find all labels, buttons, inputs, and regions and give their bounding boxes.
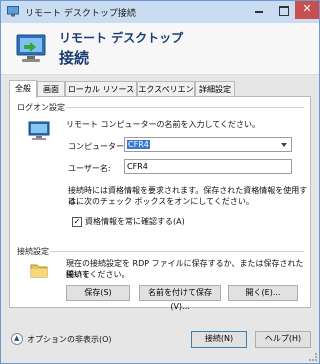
tab-general[interactable]: 全般 — [9, 80, 37, 98]
header-title-line2: 接続 — [59, 49, 90, 67]
computer-combo[interactable]: CFR4 — [124, 137, 292, 152]
header-title-line1: リモート デスクトップ — [59, 31, 184, 45]
rdp-computer-icon — [16, 34, 46, 62]
connect-button[interactable]: 接続(N) — [191, 331, 247, 348]
tab-panel-general: ログオン設定 リモート コンピューターの名前を入力してください。 コンピューター… — [9, 96, 311, 311]
always-ask-checkbox[interactable]: ✓ — [72, 217, 82, 227]
computer-monitor-icon — [28, 121, 50, 140]
options-toggle-button[interactable]: ▲ — [11, 333, 23, 345]
credentials-info-line2: は、次のチェック ボックスをオンにしてください。 — [68, 197, 254, 206]
user-label: ユーザー名: — [68, 164, 111, 173]
folder-icon — [30, 264, 48, 278]
resize-grip[interactable] — [309, 353, 317, 361]
chevron-down-icon[interactable] — [281, 143, 287, 147]
header-banner: リモート デスクトップ 接続 — [1, 23, 319, 75]
rdp-monitor-icon — [7, 6, 19, 17]
minimize-button[interactable] — [247, 1, 271, 19]
close-icon: ✕ — [302, 2, 312, 15]
options-toggle-label[interactable]: オプションの非表示(O) — [27, 334, 112, 345]
tab-experience[interactable]: エクスペリエンス — [137, 81, 195, 109]
maximize-button[interactable] — [271, 1, 295, 19]
user-name-field[interactable]: CFR4 — [124, 159, 292, 174]
help-button[interactable]: ヘルプ(H) — [255, 331, 311, 348]
title-bar[interactable]: リモート デスクトップ接続 ✕ — [1, 1, 319, 23]
tab-display[interactable]: 画面 — [37, 81, 65, 97]
logon-group-label: ログオン設定 — [16, 102, 66, 113]
connection-group-divider — [16, 251, 304, 252]
connection-text-line2: 開いてください。 — [66, 270, 130, 279]
check-icon: ✓ — [73, 217, 81, 226]
save-button[interactable]: 保存(S) — [66, 285, 130, 301]
always-ask-label[interactable]: 資格情報を常に確認する(A) — [85, 216, 185, 227]
computer-value: CFR4 — [127, 140, 150, 149]
window-title: リモート デスクトップ接続 — [25, 9, 136, 19]
chevron-up-icon: ▲ — [14, 334, 20, 342]
close-button[interactable]: ✕ — [295, 1, 319, 19]
logon-prompt: リモート コンピューターの名前を入力してください。 — [66, 120, 261, 129]
open-button[interactable]: 開く(E)... — [228, 285, 298, 301]
tab-advanced[interactable]: 詳細設定 — [195, 81, 235, 97]
tab-local-resources[interactable]: ローカル リソース — [65, 81, 137, 97]
connection-group-label: 接続設定 — [16, 246, 50, 257]
save-as-button[interactable]: 名前を付けて保存(V)... — [139, 285, 221, 311]
rdp-window: リモート デスクトップ接続 ✕ リモート デスクトップ 接続 全般 画面 ローカ… — [0, 0, 320, 364]
